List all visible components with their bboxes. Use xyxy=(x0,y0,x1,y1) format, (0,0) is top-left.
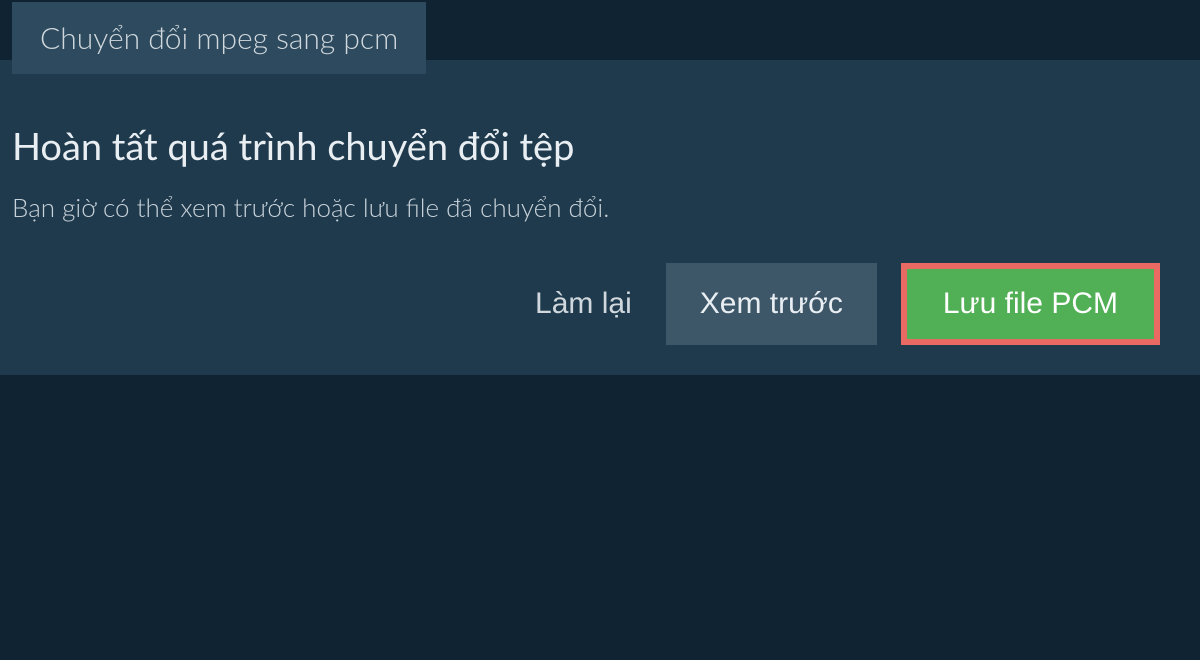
tab-convert[interactable]: Chuyển đổi mpeg sang pcm xyxy=(12,2,426,74)
preview-button[interactable]: Xem trước xyxy=(666,263,877,345)
content-area: Hoàn tất quá trình chuyển đổi tệp Bạn gi… xyxy=(0,111,1200,345)
button-row: Làm lại Xem trước Lưu file PCM xyxy=(12,263,1180,345)
tab-label: Chuyển đổi mpeg sang pcm xyxy=(40,20,398,56)
page-heading: Hoàn tất quá trình chuyển đổi tệp xyxy=(12,123,1180,169)
reset-button[interactable]: Làm lại xyxy=(525,267,642,341)
page-description: Bạn giờ có thể xem trước hoặc lưu file đ… xyxy=(12,191,1180,223)
save-button[interactable]: Lưu file PCM xyxy=(901,263,1160,345)
conversion-panel: Chuyển đổi mpeg sang pcm Hoàn tất quá tr… xyxy=(0,60,1200,375)
